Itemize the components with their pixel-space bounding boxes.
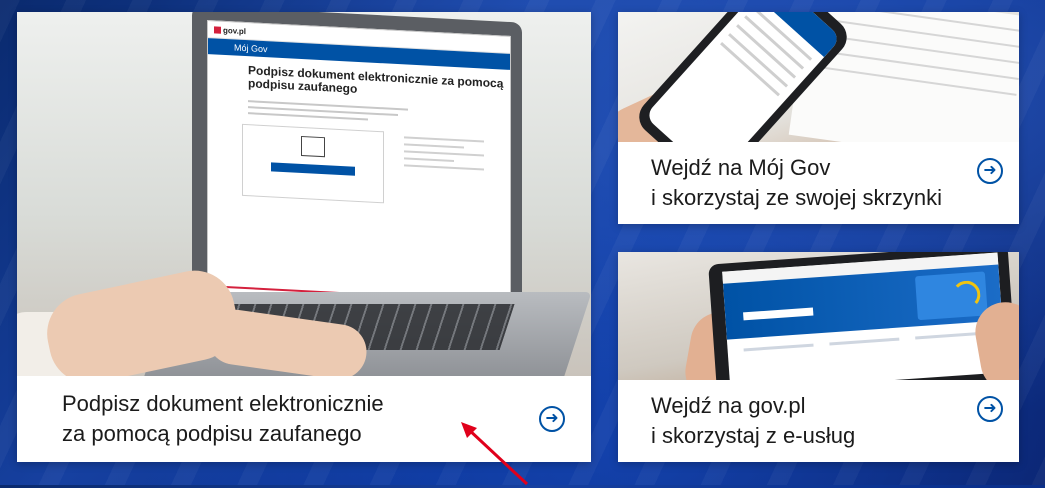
flag-icon — [214, 26, 221, 34]
screen-side-text — [404, 131, 484, 175]
gov-pl-card[interactable]: Wejdź na gov.pl i skorzystaj z e-usług ➜ — [618, 252, 1019, 462]
laptop-screen: gov.pl Mój Gov Podpisz dokument elektron… — [207, 20, 511, 338]
caption-text: Wejdź na gov.pl i skorzystaj z e-usług — [651, 391, 855, 451]
tablet-photo — [618, 252, 1019, 380]
upload-box — [242, 123, 384, 204]
caption-text: Podpisz dokument elektronicznie za pomoc… — [62, 389, 384, 449]
caption-line-1: Podpisz dokument elektronicznie — [62, 391, 384, 416]
caption-line-2: i skorzystaj z e-usług — [651, 423, 856, 448]
arrow-right-circle-icon[interactable]: ➜ — [977, 396, 1003, 422]
caption-line-1: Wejdź na gov.pl — [651, 393, 806, 418]
laptop-photo: gov.pl Mój Gov Podpisz dokument elektron… — [17, 12, 591, 376]
caption-text: Wejdź na Mój Gov i skorzystaj ze swojej … — [651, 153, 942, 213]
caption-line-1: Wejdź na Mój Gov — [651, 155, 831, 180]
caption-line-2: i skorzystaj ze swojej skrzynki — [651, 185, 942, 210]
search-bar — [743, 307, 814, 321]
card-caption: Wejdź na gov.pl i skorzystaj z e-usług ➜ — [618, 380, 1019, 462]
arrow-right-circle-icon[interactable]: ➜ — [977, 158, 1003, 184]
sign-document-card[interactable]: gov.pl Mój Gov Podpisz dokument elektron… — [17, 12, 591, 462]
arrow-right-circle-icon[interactable]: ➜ — [539, 406, 565, 432]
promo-banner — [914, 271, 988, 321]
phone-photo — [618, 12, 1019, 142]
caption-line-2: za pomocą podpisu zaufanego — [62, 421, 362, 446]
upload-button — [271, 162, 355, 176]
upload-icon — [301, 135, 325, 158]
moj-gov-card[interactable]: Wejdź na Mój Gov i skorzystaj ze swojej … — [618, 12, 1019, 224]
card-caption: Wejdź na Mój Gov i skorzystaj ze swojej … — [618, 142, 1019, 224]
tablet-screen — [722, 252, 1006, 380]
card-caption: Podpisz dokument elektronicznie za pomoc… — [17, 376, 591, 462]
gov-logo: gov.pl — [214, 25, 246, 36]
